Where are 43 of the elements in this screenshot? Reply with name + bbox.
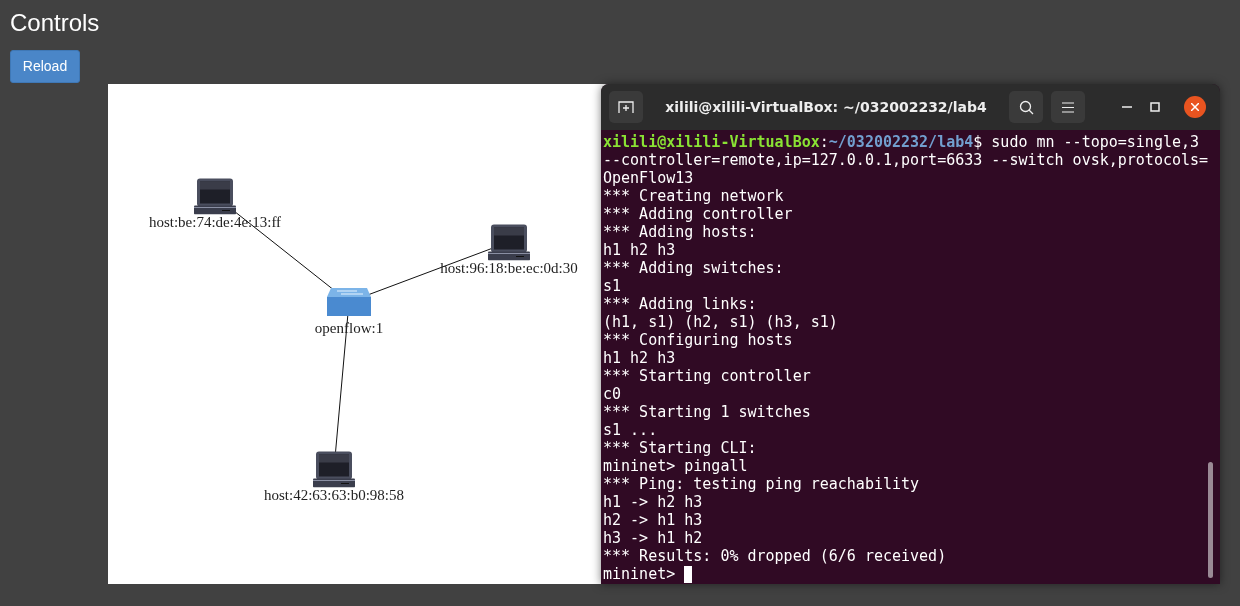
window-title: xilili@xilili-VirtualBox: ~/032002232/lab4 xyxy=(665,97,987,117)
search-button[interactable] xyxy=(1009,91,1043,123)
minimize-icon xyxy=(1122,106,1132,108)
new-tab-icon xyxy=(618,100,634,114)
menu-button[interactable] xyxy=(1051,91,1085,123)
output-line: *** Adding hosts: xyxy=(603,223,758,241)
node-label: host:96:18:be:ec:0d:30 xyxy=(440,259,578,277)
close-button[interactable] xyxy=(1184,96,1206,118)
output-line: *** Results: 0% dropped (6/6 received) xyxy=(603,547,948,565)
output-line: h3 -> h1 h2 xyxy=(603,529,704,547)
menu-icon xyxy=(1062,101,1074,113)
output-line: *** Adding switches: xyxy=(603,259,785,277)
network-switch-icon xyxy=(327,287,371,317)
output-line: mininet> pingall xyxy=(603,457,749,475)
output-line: *** Starting controller xyxy=(603,367,812,385)
output-line: *** Creating network xyxy=(603,187,785,205)
output-line: c0 xyxy=(603,385,623,403)
output-line: h2 -> h1 h3 xyxy=(603,511,704,529)
maximize-icon xyxy=(1150,102,1160,112)
output-line: *** Starting 1 switches xyxy=(603,403,812,421)
output-line: *** Ping: testing ping reachability xyxy=(603,475,921,493)
output-line: (h1, s1) (h2, s1) (h3, s1) xyxy=(603,313,839,331)
search-icon xyxy=(1018,99,1034,115)
command-line: xilili@xilili-VirtualBox:~/032002232/lab4$ sudo mn --topo=single,3 --controller=remote,ip=127.0.0.1,port=6633 --switch ovsk,protocols=OpenFlow13 xyxy=(603,133,1210,187)
page-title: Controls xyxy=(10,8,100,38)
output-line: *** Adding links: xyxy=(603,295,758,313)
output-line: *** Configuring hosts xyxy=(603,331,794,349)
laptop-icon xyxy=(194,177,236,215)
new-tab-button[interactable] xyxy=(609,91,643,123)
close-icon xyxy=(1191,103,1199,111)
output-line: s1 ... xyxy=(603,421,659,439)
reload-button[interactable]: Reload xyxy=(10,50,80,83)
node-label: host:42:63:63:b0:98:58 xyxy=(264,486,404,504)
output-line: h1 h2 h3 xyxy=(603,241,677,259)
output-line: *** Starting CLI: xyxy=(603,439,758,457)
output-line: s1 xyxy=(603,277,623,295)
output-line: h1 -> h2 h3 xyxy=(603,493,704,511)
laptop-icon xyxy=(313,450,355,488)
output-line: *** Adding controller xyxy=(603,205,794,223)
output-line: h1 h2 h3 xyxy=(603,349,677,367)
scrollbar[interactable] xyxy=(1208,462,1213,578)
cli-prompt: mininet> xyxy=(603,565,676,583)
laptop-icon xyxy=(488,223,530,261)
